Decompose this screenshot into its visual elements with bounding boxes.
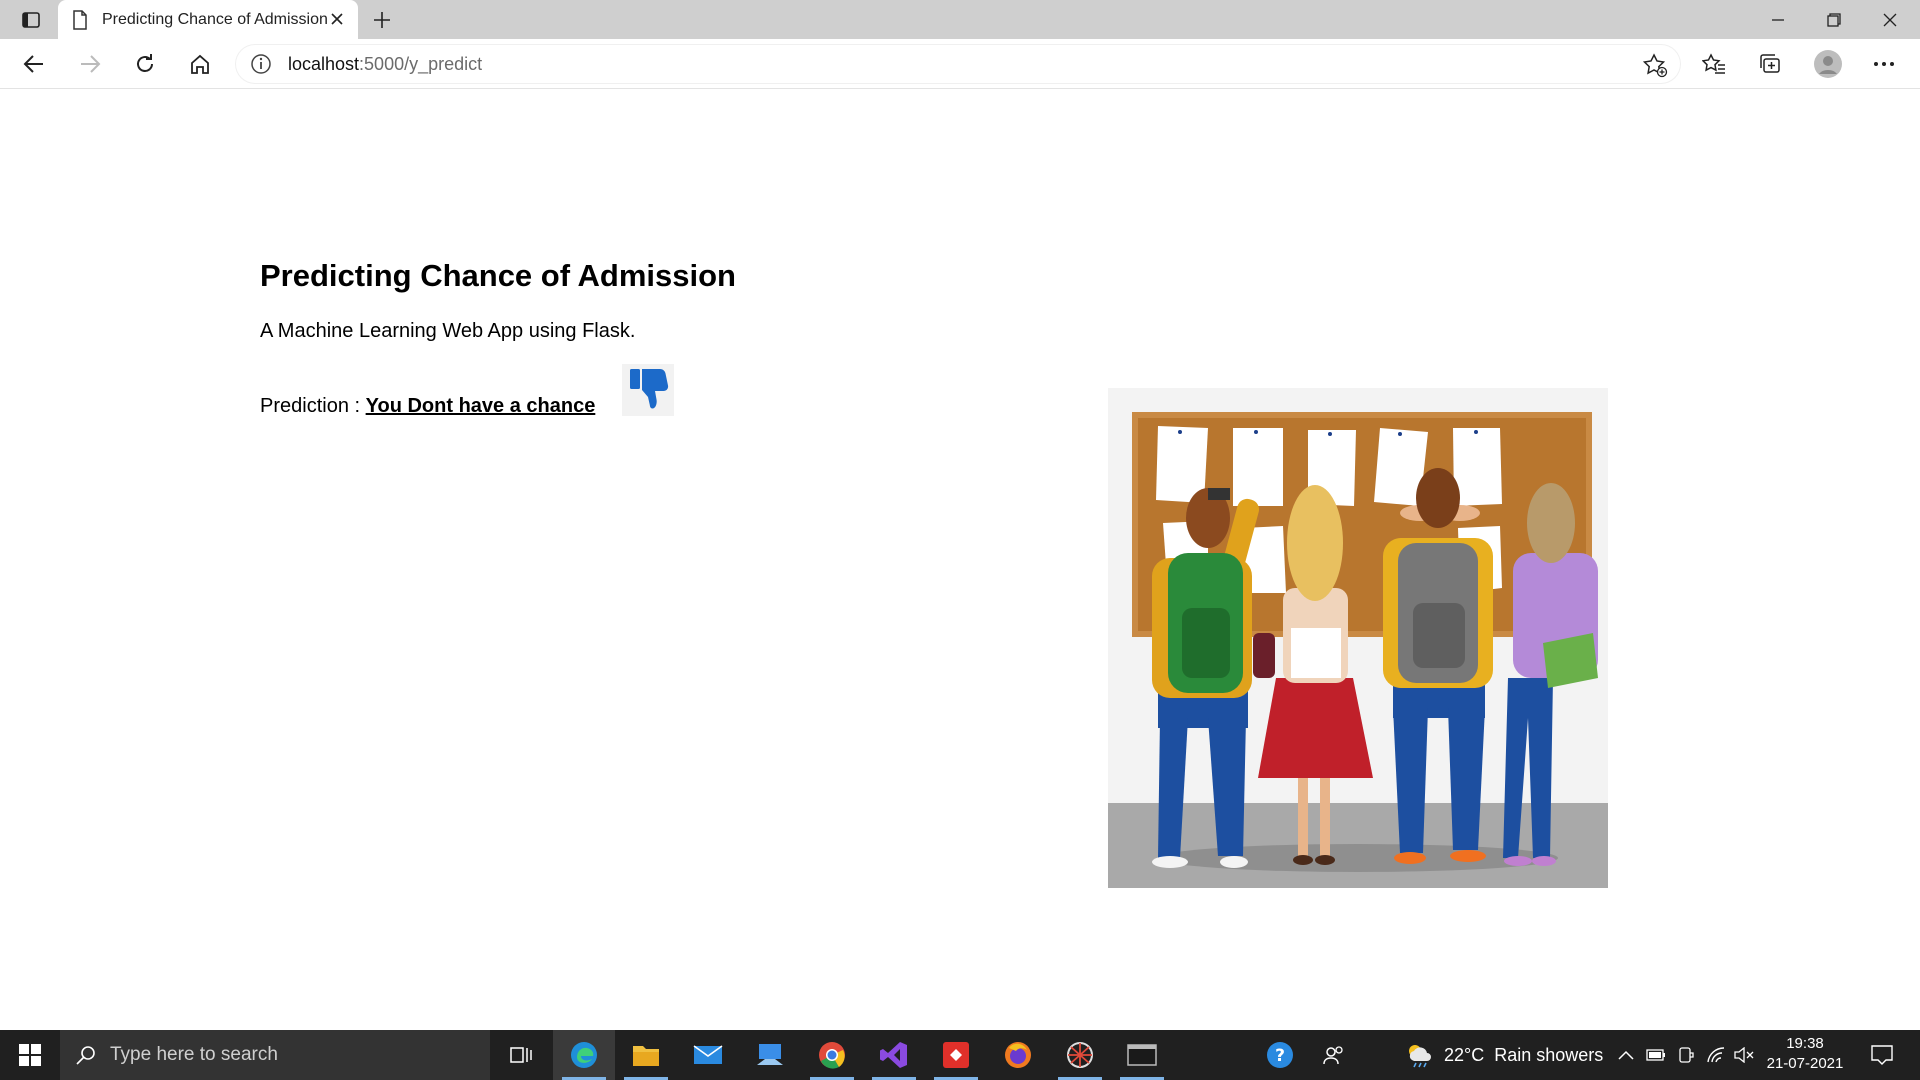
taskbar-edge[interactable]: [553, 1030, 615, 1080]
back-arrow-icon: [23, 55, 43, 73]
back-button[interactable]: [16, 47, 52, 81]
address-host: localhost: [288, 53, 360, 74]
file-explorer-icon: [633, 1046, 659, 1066]
tab-close-button[interactable]: [328, 10, 346, 28]
taskbar-file-explorer[interactable]: [615, 1030, 677, 1080]
edge-icon: [571, 1042, 597, 1068]
page-content: Predicting Chance of Admission A Machine…: [0, 90, 1920, 1030]
plus-icon: [374, 12, 390, 28]
people-icon: [1323, 1046, 1343, 1065]
weather-widget[interactable]: 22°C Rain showers: [1404, 1030, 1603, 1080]
help-icon: ?: [1267, 1042, 1293, 1068]
volume-muted-icon: [1734, 1047, 1754, 1063]
device-icon: [1679, 1047, 1694, 1063]
svg-text:?: ?: [1275, 1046, 1285, 1066]
minimize-icon: [1772, 18, 1784, 21]
prediction-label: Prediction :: [260, 395, 361, 417]
close-icon: [1883, 13, 1897, 26]
window-close-button[interactable]: [1862, 0, 1918, 39]
taskbar-git[interactable]: [925, 1030, 987, 1080]
avatar-icon: [1814, 50, 1842, 78]
restore-icon: [1827, 12, 1841, 27]
device-button[interactable]: [1674, 1030, 1698, 1080]
remote-desktop-icon: [757, 1044, 783, 1065]
taskbar-mail[interactable]: [677, 1030, 739, 1080]
search-icon: [76, 1046, 95, 1065]
taskbar-terminal[interactable]: [1111, 1030, 1173, 1080]
add-favorite-icon[interactable]: [1642, 52, 1668, 78]
weather-temperature: 22°C: [1444, 1044, 1485, 1065]
start-button[interactable]: [0, 1030, 60, 1080]
network-app-icon: [1067, 1042, 1093, 1068]
address-bar[interactable]: localhost:5000/y_predict: [236, 45, 1680, 83]
chevron-up-icon: [1618, 1050, 1634, 1060]
minimize-button[interactable]: [1750, 0, 1806, 39]
home-icon: [191, 54, 209, 74]
weather-rain-icon: [1409, 1045, 1431, 1068]
volume-button[interactable]: [1732, 1030, 1756, 1080]
prediction-line: Prediction : You Dont have a chance: [260, 395, 595, 418]
taskbar-firefox[interactable]: [987, 1030, 1049, 1080]
page-icon: [73, 9, 87, 30]
refresh-icon: [137, 54, 153, 72]
notifications-button[interactable]: [1862, 1030, 1902, 1080]
settings-more-button[interactable]: [1864, 47, 1904, 81]
wifi-button[interactable]: [1704, 1030, 1728, 1080]
restore-button[interactable]: [1806, 0, 1862, 39]
taskbar-visual-studio[interactable]: [863, 1030, 925, 1080]
page-subtitle: A Machine Learning Web App using Flask.: [260, 320, 636, 342]
clock-time: 19:38: [1786, 1035, 1824, 1052]
windows-logo-icon: [19, 1044, 41, 1066]
help-button[interactable]: ?: [1262, 1030, 1298, 1080]
info-icon[interactable]: [250, 53, 272, 75]
notification-icon: [1871, 1045, 1893, 1065]
collections-button[interactable]: [1750, 47, 1790, 81]
weather-description: Rain showers: [1494, 1044, 1604, 1065]
address-path: :5000/y_predict: [359, 53, 483, 74]
thumbs-down-icon: [622, 364, 674, 416]
tab-actions-button[interactable]: [14, 7, 48, 33]
tab-actions-icon: [22, 12, 40, 28]
battery-icon: [1646, 1049, 1665, 1061]
mail-icon: [693, 1045, 723, 1064]
taskbar-remote-desktop[interactable]: [739, 1030, 801, 1080]
firefox-icon: [1005, 1042, 1031, 1068]
collections-icon: [1760, 54, 1780, 73]
clock-date: 21-07-2021: [1766, 1055, 1844, 1072]
browser-tab-active[interactable]: Predicting Chance of Admission: [58, 0, 358, 39]
favorites-icon: [1702, 53, 1725, 74]
taskbar-chrome[interactable]: [801, 1030, 863, 1080]
taskbar-clock[interactable]: 19:38 21-07-2021: [1760, 1034, 1850, 1074]
more-icon: [1874, 62, 1894, 66]
students-notice-board-illustration: [1108, 388, 1608, 888]
chrome-icon: [819, 1042, 845, 1069]
close-icon: [331, 13, 343, 25]
tab-title: Predicting Chance of Admission: [102, 10, 328, 28]
show-hidden-icons-button[interactable]: [1614, 1030, 1638, 1080]
favorites-button[interactable]: [1694, 47, 1734, 81]
new-tab-button[interactable]: [368, 6, 396, 34]
taskbar-search-box[interactable]: Type here to search: [60, 1030, 490, 1080]
browser-tab-bar: Predicting Chance of Admission: [0, 0, 1920, 39]
forward-button[interactable]: [72, 47, 108, 81]
profile-button[interactable]: [1808, 47, 1848, 81]
taskbar-network-app[interactable]: [1049, 1030, 1111, 1080]
wifi-icon: [1707, 1047, 1725, 1063]
task-view-icon: [510, 1047, 532, 1063]
refresh-button[interactable]: [127, 47, 163, 81]
windows-taskbar: Type here to search ? 22°C Rain showers …: [0, 1030, 1920, 1080]
visual-studio-icon: [880, 1042, 907, 1068]
forward-arrow-icon: [81, 55, 101, 73]
page-title: Predicting Chance of Admission: [260, 258, 736, 293]
people-button[interactable]: [1316, 1030, 1352, 1080]
task-view-button[interactable]: [490, 1030, 552, 1080]
search-placeholder: Type here to search: [110, 1044, 278, 1065]
terminal-icon: [1127, 1044, 1157, 1066]
browser-toolbar: localhost:5000/y_predict: [0, 39, 1920, 89]
prediction-result: You Dont have a chance: [365, 395, 596, 417]
git-icon: [943, 1042, 969, 1068]
home-button[interactable]: [182, 47, 218, 81]
battery-button[interactable]: [1644, 1030, 1668, 1080]
